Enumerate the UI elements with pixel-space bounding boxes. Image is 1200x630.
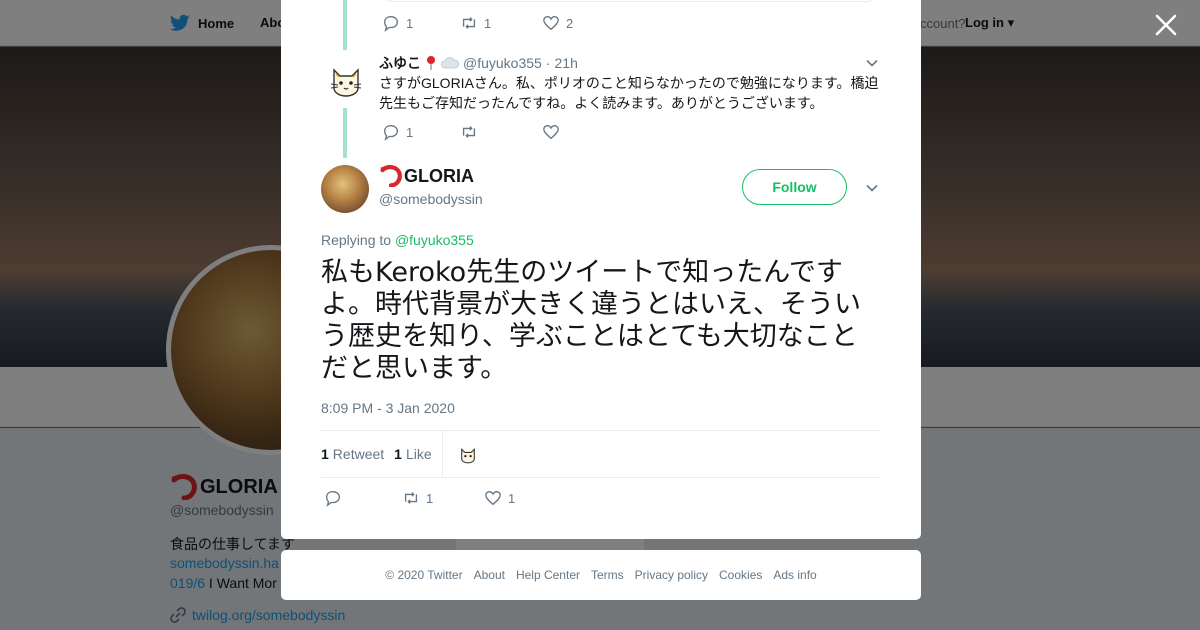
close-icon[interactable] bbox=[1153, 12, 1179, 38]
replying-to-prefix: Replying to bbox=[321, 232, 395, 248]
pin-icon bbox=[427, 56, 435, 70]
chevron-down-icon[interactable] bbox=[865, 56, 879, 70]
like-button[interactable] bbox=[542, 123, 566, 141]
stats-divider bbox=[441, 431, 443, 477]
retweet-button[interactable]: 1 bbox=[402, 489, 484, 507]
footer-link-about[interactable]: About bbox=[474, 568, 505, 582]
footer-link-ads-info[interactable]: Ads info bbox=[773, 568, 816, 582]
reply-icon bbox=[326, 491, 340, 507]
retweet-button[interactable]: 1 bbox=[460, 14, 542, 32]
like-icon bbox=[543, 125, 559, 140]
tweet-modal: 1 1 2 ふゆこ @fuyuko355 · 21h さすがGLORIAさん。私… bbox=[281, 0, 921, 539]
footer-link-cookies[interactable]: Cookies bbox=[719, 568, 762, 582]
prev-tweet-actions: 1 1 2 bbox=[382, 14, 573, 32]
like-count: 1 bbox=[508, 490, 516, 506]
retweet-stat-label: Retweet bbox=[332, 446, 385, 462]
reply-button[interactable]: 1 bbox=[382, 123, 460, 141]
retweet-icon bbox=[404, 492, 418, 504]
reply-author-name[interactable]: ふゆこ bbox=[379, 53, 421, 73]
reply-icon bbox=[384, 16, 398, 32]
shrimp-icon bbox=[380, 165, 402, 187]
follow-button[interactable]: Follow bbox=[742, 169, 847, 205]
like-button[interactable]: 1 bbox=[484, 489, 515, 507]
main-author-name[interactable]: GLORIA bbox=[379, 165, 474, 187]
reply-count: 1 bbox=[406, 15, 414, 31]
quoted-card-edge bbox=[381, 0, 879, 2]
main-author-handle[interactable]: @somebodyssin bbox=[379, 191, 483, 207]
retweet-button[interactable] bbox=[460, 123, 542, 141]
reply-text: さすがGLORIAさん。私、ポリオのこと知らなかったので勉強になります。橋迫先生… bbox=[379, 75, 879, 111]
reply-button[interactable]: 1 bbox=[382, 14, 460, 32]
replying-to: Replying to @fuyuko355 bbox=[321, 232, 474, 248]
thread-line bbox=[343, 108, 347, 158]
cat-avatar-icon[interactable] bbox=[325, 58, 367, 100]
reply-header: ふゆこ @fuyuko355 · 21h bbox=[379, 53, 578, 73]
like-button[interactable]: 2 bbox=[542, 14, 573, 32]
modal-footer: © 2020 Twitter About Help Center Terms P… bbox=[281, 550, 921, 600]
main-tweet-text: 私もKeroko先生のツイートで知ったんですよ。時代背景が大きく違うとはいえ、そ… bbox=[321, 257, 861, 384]
cloud-icon bbox=[441, 57, 459, 69]
retweet-icon bbox=[462, 17, 476, 29]
chevron-down-icon[interactable] bbox=[865, 181, 879, 195]
like-stat-label: Like bbox=[405, 446, 432, 462]
retweet-count: 1 bbox=[484, 15, 492, 31]
cat-avatar-icon[interactable] bbox=[457, 443, 479, 465]
reply-icon bbox=[384, 125, 398, 141]
like-stat[interactable]: 1 Like bbox=[394, 446, 431, 462]
footer-link-privacy[interactable]: Privacy policy bbox=[635, 568, 708, 582]
retweet-count: 1 bbox=[426, 490, 434, 506]
retweet-stat[interactable]: 1 Retweet bbox=[321, 446, 384, 462]
footer-copyright: © 2020 Twitter bbox=[385, 568, 463, 582]
like-count: 2 bbox=[566, 15, 574, 31]
retweet-stat-count: 1 bbox=[321, 446, 329, 462]
like-stat-count: 1 bbox=[394, 446, 402, 462]
thread-line bbox=[343, 0, 347, 50]
main-author-avatar[interactable] bbox=[321, 165, 369, 213]
tweet-timestamp[interactable]: 8:09 PM - 3 Jan 2020 bbox=[321, 400, 455, 416]
like-icon bbox=[543, 16, 559, 31]
reply-time[interactable]: 21h bbox=[555, 55, 578, 71]
like-icon bbox=[485, 491, 501, 506]
reply-author-handle[interactable]: @fuyuko355 bbox=[463, 55, 542, 71]
main-tweet-actions: 1 1 bbox=[324, 489, 515, 507]
main-author-name-text: GLORIA bbox=[404, 165, 474, 186]
reply-button[interactable] bbox=[324, 489, 402, 507]
tweet-stats: 1 Retweet 1 Like bbox=[321, 430, 881, 478]
retweet-icon bbox=[462, 126, 476, 138]
replying-to-handle[interactable]: @fuyuko355 bbox=[395, 232, 474, 248]
reply-count: 1 bbox=[406, 124, 414, 140]
reply-separator: · bbox=[545, 55, 551, 71]
reply-actions: 1 bbox=[382, 123, 566, 141]
footer-link-terms[interactable]: Terms bbox=[591, 568, 624, 582]
footer-link-help-center[interactable]: Help Center bbox=[516, 568, 580, 582]
